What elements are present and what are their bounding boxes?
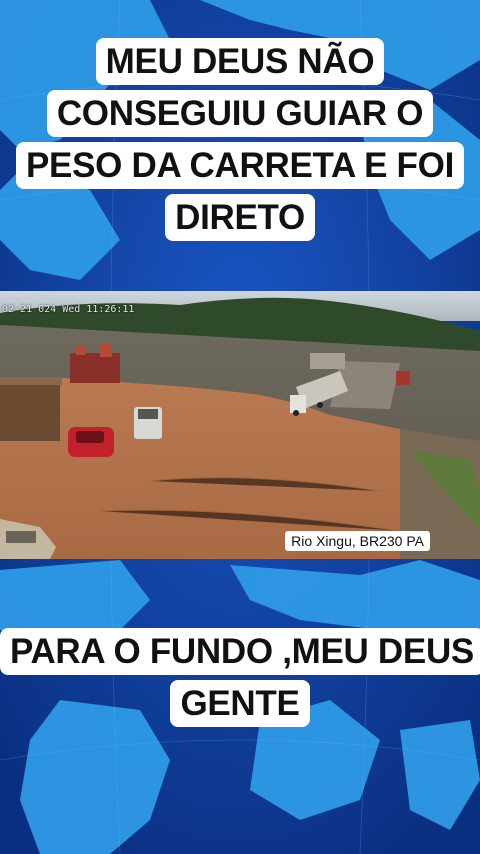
river-scene <box>0 291 480 559</box>
white-pickup <box>134 407 162 439</box>
bottom-caption-text: PARA O FUNDO ,MEU DEUS GENTE <box>0 628 480 727</box>
bottom-caption: PARA O FUNDO ,MEU DEUS GENTE <box>0 626 480 730</box>
cctv-timestamp: 02-21 024 Wed 11:26:11 <box>2 304 135 315</box>
top-caption: MEU DEUS NÃO CONSEGUIU GUIAR O PESO DA C… <box>0 36 480 244</box>
post-frame: MEU DEUS NÃO CONSEGUIU GUIAR O PESO DA C… <box>0 0 480 854</box>
red-car <box>68 427 114 457</box>
cctv-video-frame: 02-21 024 Wed 11:26:11 Rio Xingu, BR230 … <box>0 291 480 559</box>
location-label: Rio Xingu, BR230 PA <box>285 531 430 551</box>
shed <box>0 381 60 441</box>
top-caption-text: MEU DEUS NÃO CONSEGUIU GUIAR O PESO DA C… <box>16 38 464 241</box>
